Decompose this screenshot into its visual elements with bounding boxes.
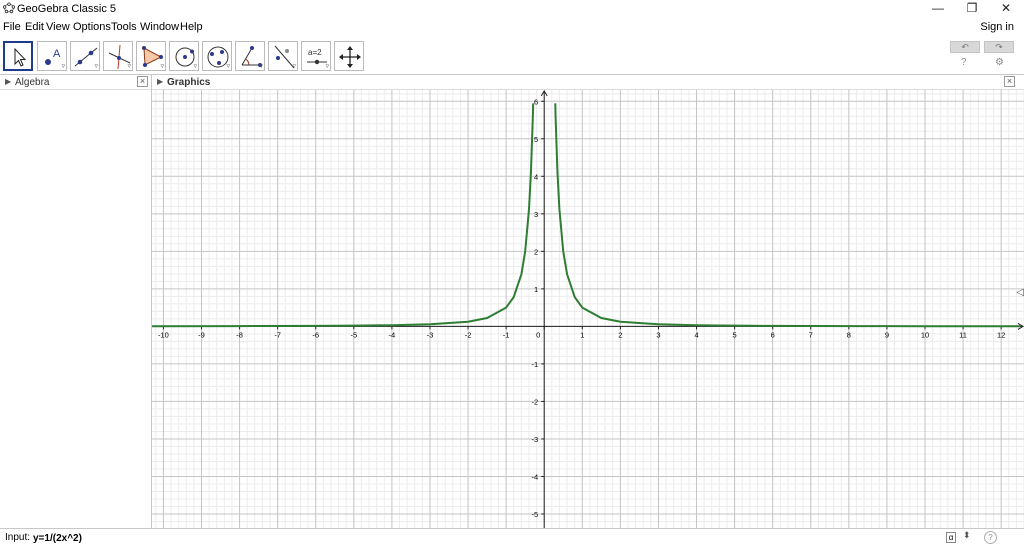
y-tick-label: -2 [532,397,539,406]
menu-file[interactable]: File [3,21,21,33]
tool-menu-triangle: ▿ [259,63,263,70]
restore-button[interactable]: ❐ [956,0,988,18]
tool-menu-triangle: ▿ [226,63,230,70]
x-tick-label: 0 [536,330,540,339]
geogebra-logo-icon [3,2,15,14]
x-tick-label: 11 [959,330,967,339]
y-tick-label: -4 [532,472,539,481]
slider-tool-button[interactable]: a=2 ▿ [301,41,331,71]
menu-view[interactable]: View [46,21,70,33]
point-tool-button[interactable]: A ▿ [37,41,67,71]
x-tick-label: 3 [656,330,660,339]
polygon-tool-button[interactable]: ▿ [136,41,166,71]
x-tick-label: 1 [580,330,584,339]
tool-menu-triangle: ▿ [127,63,131,70]
angle-tool-button[interactable]: ▿ [235,41,265,71]
collapse-triangle-icon[interactable]: ▶ [5,77,11,86]
graphics-header: ▶ Graphics × [152,75,1024,90]
x-tick-label: 4 [694,330,698,339]
y-tick-label: -5 [532,510,539,519]
sign-in-link[interactable]: Sign in [980,21,1014,33]
x-tick-label: 9 [885,330,889,339]
y-tick-label: -3 [532,435,539,444]
menu-edit[interactable]: Edit [25,21,44,33]
x-tick-label: 7 [809,330,813,339]
x-tick-label: 12 [997,330,1005,339]
menu-options[interactable]: Options [73,21,111,33]
reflect-tool-button[interactable]: ▿ [268,41,298,71]
input-field[interactable] [31,531,975,545]
x-tick-label: -3 [427,330,434,339]
y-tick-label: 1 [534,285,538,294]
input-history-spinner[interactable]: ⬍ [963,530,971,541]
move-tool-button[interactable] [3,41,33,71]
input-help-button[interactable]: ? [984,531,997,544]
x-tick-label: -6 [312,330,319,339]
y-tick-label: 4 [534,172,538,181]
input-bar: Input: α ⬍ ? [0,528,1024,546]
title-bar: GeoGebra Classic 5 — ❐ ✕ [0,0,1024,18]
x-tick-label: 5 [733,330,737,339]
tool-menu-triangle: ▿ [160,63,164,70]
ellipse-tool-button[interactable]: ▿ [202,41,232,71]
x-tick-label: 2 [618,330,622,339]
perpendicular-line-tool-button[interactable]: ▿ [103,41,133,71]
window-title: GeoGebra Classic 5 [17,3,117,15]
graphics-canvas[interactable]: -10 -9 -8 -7 -6 -5 -4 -3 -2 -1 0 1 2 3 4 5 6 7 8 9 10 11 12-5-… [152,90,1024,529]
x-tick-label: 10 [921,330,929,339]
move-graphics-view-tool-button[interactable] [334,41,364,71]
algebra-header: ▶ Algebra × [0,75,151,90]
tool-menu-triangle: ▿ [94,63,98,70]
y-tick-label: -1 [532,360,539,369]
undo-button[interactable]: ↶ [950,41,980,53]
move-view-icon [339,46,361,68]
x-tick-label: -1 [503,330,510,339]
x-tick-label: -8 [236,330,243,339]
x-tick-label: -7 [274,330,281,339]
panel-expand-arrow-icon[interactable]: ◁ [1016,287,1024,298]
svg-text:a=2: a=2 [308,48,322,57]
redo-button[interactable]: ↷ [984,41,1014,53]
algebra-close-button[interactable]: × [137,76,148,87]
toolbar: A ▿ ▿ ▿ ▿ ▿ ▿ ▿ ▿ a=2 ▿ ↶ ↷ [0,36,1024,74]
x-tick-label: 6 [771,330,775,339]
minimize-button[interactable]: — [922,0,954,18]
menu-bar: File Edit View Options Tools Window Help… [0,18,1024,36]
y-tick-label: 2 [534,247,538,256]
algebra-view: ▶ Algebra × [0,74,152,528]
y-tick-label: 5 [534,135,538,144]
algebra-title: Algebra [15,77,50,88]
alpha-symbol-button[interactable]: α [946,532,956,543]
line-tool-button[interactable]: ▿ [70,41,100,71]
gear-icon[interactable]: ⚙ [995,57,1004,68]
graphics-view: ▶ Graphics × -10 -9 -8 -7 -6 -5 -4 -3 -2 -1 0 1 2 3 4 5… [152,74,1024,529]
x-tick-label: -9 [198,330,205,339]
graphics-title: Graphics [167,77,211,88]
circle-tool-button[interactable]: ▿ [169,41,199,71]
x-tick-label: 8 [847,330,851,339]
tool-menu-triangle: ▿ [325,63,329,70]
x-tick-label: -5 [350,330,357,339]
input-label: Input: [5,532,31,543]
help-icon[interactable]: ? [961,57,967,68]
tool-menu-triangle: ▿ [193,63,197,70]
y-tick-label: 6 [534,97,538,106]
tool-menu-triangle: ▿ [61,63,65,70]
x-tick-label: -2 [465,330,472,339]
arrow-pointer-icon [14,47,27,67]
menu-window[interactable]: Window [140,21,179,33]
menu-help[interactable]: Help [180,21,203,33]
graphics-close-button[interactable]: × [1004,76,1015,87]
x-tick-label: -10 [158,330,169,339]
svg-text:A: A [53,48,61,60]
y-tick-label: 3 [534,210,538,219]
menu-tools[interactable]: Tools [111,21,137,33]
collapse-triangle-icon[interactable]: ▶ [157,77,163,86]
close-window-button[interactable]: ✕ [990,0,1022,18]
x-tick-label: -4 [389,330,396,339]
tool-menu-triangle: ▿ [292,63,296,70]
